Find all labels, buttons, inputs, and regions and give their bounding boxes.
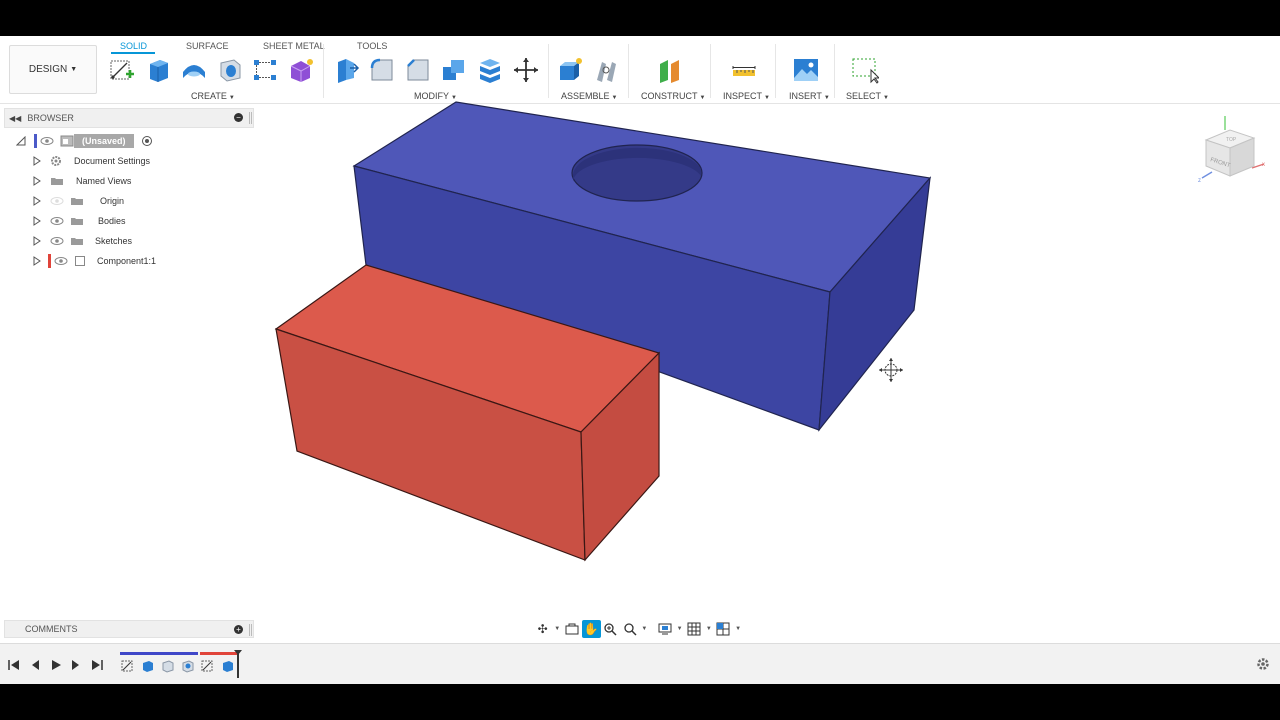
visibility-eye-icon[interactable]: [50, 216, 64, 226]
display-settings-icon[interactable]: [655, 620, 674, 638]
zoom-icon[interactable]: [601, 620, 620, 638]
collapse-panel-icon[interactable]: ◀◀: [9, 114, 21, 123]
browser-item-label: Sketches: [95, 236, 133, 246]
browser-item-label: Document Settings: [74, 156, 151, 166]
go-to-end-icon[interactable]: [89, 658, 105, 672]
z-axis-line: [1201, 171, 1213, 179]
panel-grip-icon[interactable]: [249, 624, 252, 636]
component-group-bar-blue: [120, 652, 198, 655]
browser-root-row[interactable]: (Unsaved): [16, 132, 152, 150]
collapsed-triangle-icon[interactable]: [32, 216, 42, 226]
document-icon: [60, 135, 74, 147]
timeline-body-icon[interactable]: [160, 658, 175, 673]
browser-item-document-settings[interactable]: Document Settings: [32, 152, 150, 170]
hidden-eye-icon[interactable]: [50, 196, 64, 206]
viewports-icon[interactable]: [714, 620, 733, 638]
timeline-sketch-icon[interactable]: [200, 658, 215, 673]
orbit-icon[interactable]: ✣: [533, 620, 552, 638]
play-icon[interactable]: [48, 658, 64, 672]
browser-item-label: Origin: [100, 196, 125, 206]
collapsed-triangle-icon[interactable]: [32, 236, 42, 246]
timeline-marker[interactable]: [237, 652, 239, 678]
chevron-down-icon[interactable]: ▼: [706, 626, 712, 632]
browser-item-named-views[interactable]: Named Views: [32, 172, 131, 190]
browser-item-bodies[interactable]: Bodies: [32, 212, 126, 230]
step-back-icon[interactable]: [27, 658, 43, 672]
visibility-eye-icon[interactable]: [40, 136, 54, 146]
canvas-viewport[interactable]: [0, 36, 1280, 684]
step-forward-icon[interactable]: [68, 658, 84, 672]
component-icon: [74, 255, 86, 267]
navigation-bar: ✣ ▼ ✋ ▼ ▼ ▼ ▼: [533, 618, 743, 640]
expanded-triangle-icon[interactable]: [16, 136, 26, 146]
browser-item-origin[interactable]: Origin: [32, 192, 124, 210]
chevron-down-icon[interactable]: ▼: [677, 626, 683, 632]
viewcube[interactable]: TOP FRONT x z: [1196, 116, 1272, 196]
browser-title: BROWSER: [27, 113, 74, 123]
browser-item-label: Component1:1: [97, 256, 157, 266]
fit-icon[interactable]: [620, 620, 639, 638]
grid-settings-icon[interactable]: [685, 620, 704, 638]
visibility-eye-icon[interactable]: [54, 256, 68, 266]
viewcube-top-label: TOP: [1226, 137, 1237, 143]
folder-icon: [70, 216, 84, 226]
go-to-start-icon[interactable]: [6, 658, 22, 672]
visibility-eye-icon[interactable]: [50, 236, 64, 246]
timeline: [0, 643, 1280, 684]
timeline-settings-gear-icon[interactable]: [1255, 657, 1271, 671]
chevron-down-icon[interactable]: ▼: [735, 626, 741, 632]
component-color-marker: [48, 254, 51, 268]
timeline-sketch-icon[interactable]: [120, 658, 135, 673]
z-axis-label: z: [1198, 178, 1201, 184]
timeline-hole-icon[interactable]: [180, 658, 195, 673]
orbit-cursor-icon: [879, 358, 903, 382]
look-at-icon[interactable]: [562, 620, 581, 638]
collapsed-triangle-icon[interactable]: [32, 256, 42, 266]
chevron-down-icon[interactable]: ▼: [641, 626, 647, 632]
collapsed-triangle-icon[interactable]: [32, 156, 42, 166]
browser-item-component[interactable]: Component1:1: [32, 252, 156, 270]
panel-grip-icon[interactable]: [249, 112, 252, 124]
gear-icon: [50, 155, 62, 167]
comments-panel-header[interactable]: COMMENTS +: [4, 620, 254, 638]
chevron-down-icon[interactable]: ▼: [554, 626, 560, 632]
active-component-marker: [34, 134, 37, 148]
browser-item-label: Bodies: [98, 216, 126, 226]
browser-panel-header[interactable]: ◀◀ BROWSER −: [4, 108, 254, 128]
comments-title: COMMENTS: [25, 624, 78, 634]
browser-item-label: Named Views: [76, 176, 132, 186]
folder-icon: [50, 176, 64, 186]
activate-radio-icon[interactable]: [141, 136, 152, 146]
timeline-extrude-icon[interactable]: [220, 658, 235, 673]
collapsed-triangle-icon[interactable]: [32, 176, 42, 186]
collapse-browser-icon[interactable]: −: [234, 113, 243, 122]
timeline-extrude-icon[interactable]: [140, 658, 155, 673]
add-comment-icon[interactable]: +: [234, 625, 243, 634]
folder-icon: [70, 236, 84, 246]
folder-icon: [70, 196, 84, 206]
x-axis-label: x: [1262, 162, 1265, 168]
root-label: (Unsaved): [74, 134, 134, 148]
collapsed-triangle-icon[interactable]: [32, 196, 42, 206]
component-group-bar-red: [200, 652, 238, 655]
fusion-window: DESIGN ▼ SOLID SURFACE SHEET METAL TOOLS …: [0, 36, 1280, 684]
pan-hand-icon[interactable]: ✋: [581, 620, 601, 638]
browser-item-sketches[interactable]: Sketches: [32, 232, 132, 250]
